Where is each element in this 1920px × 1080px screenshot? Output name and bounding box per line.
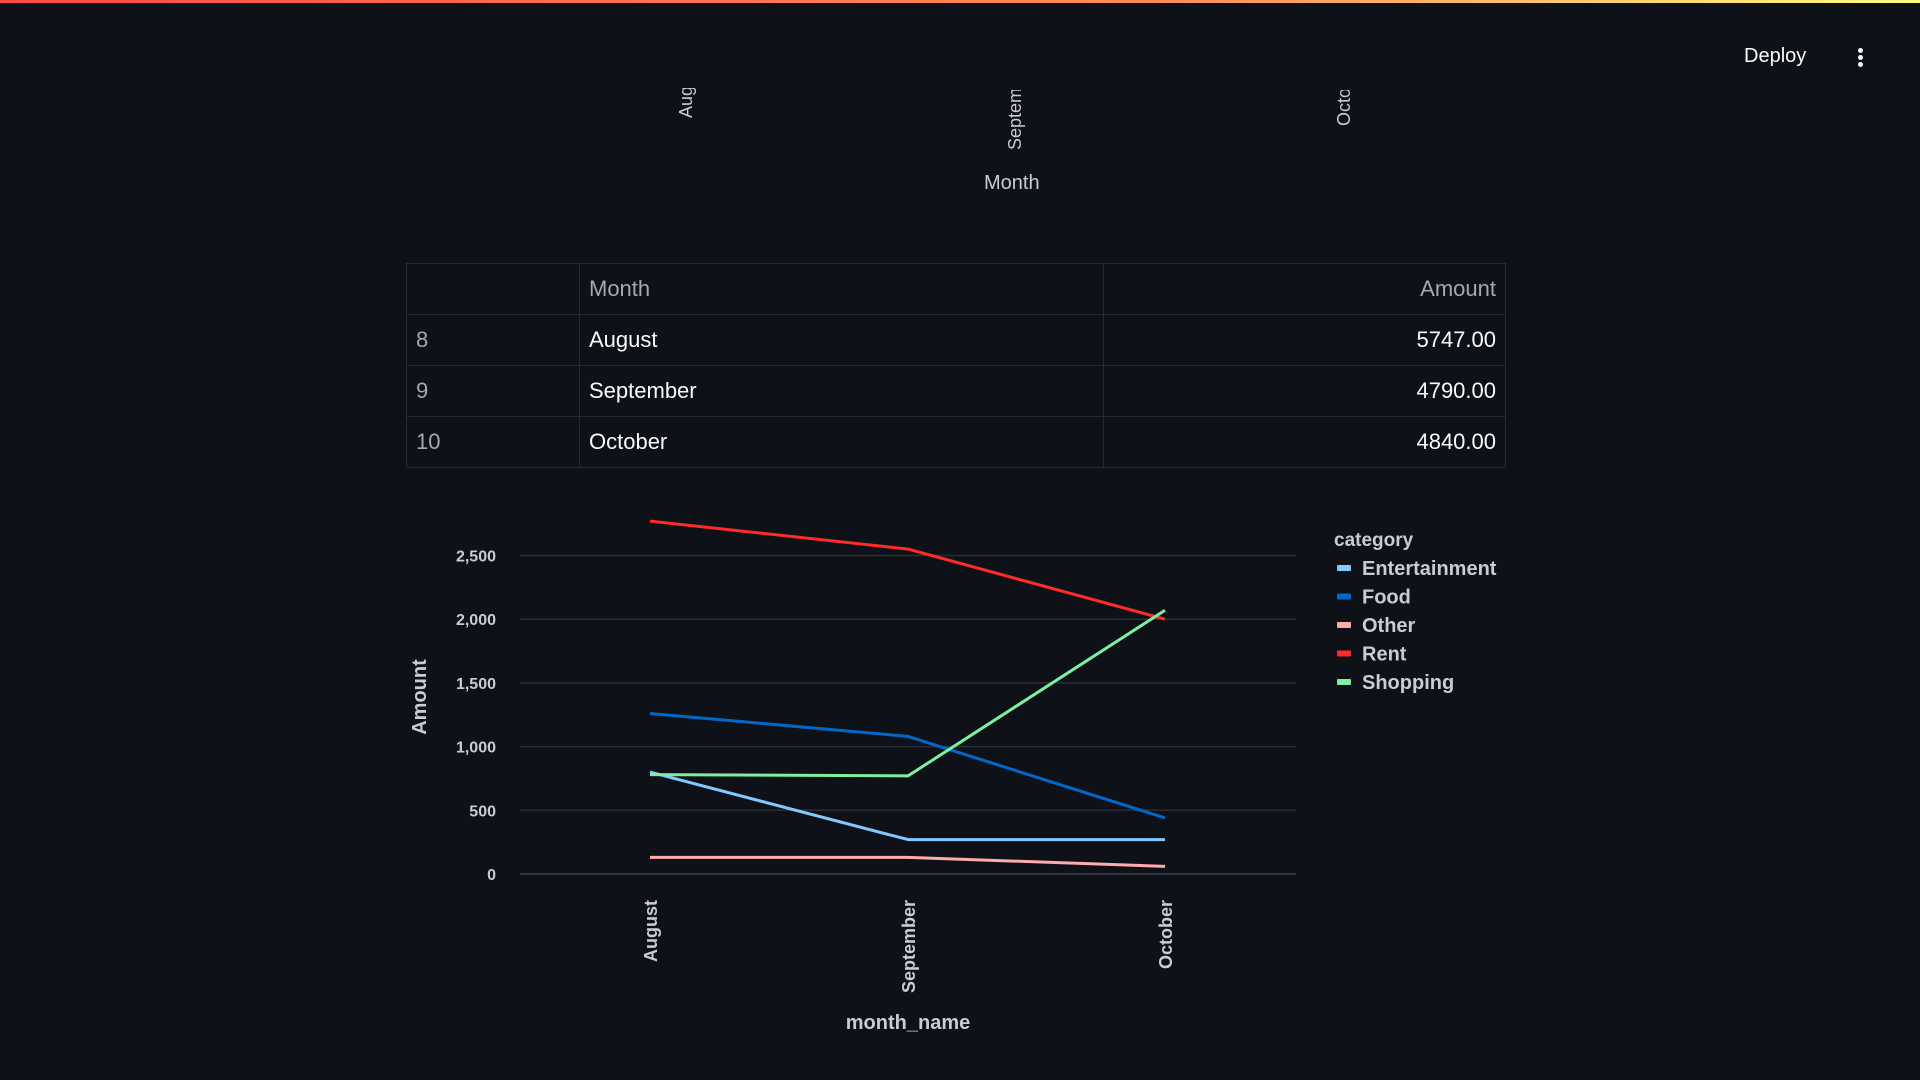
y-tick-label: 0 [487, 867, 496, 884]
series-line-entertainment [649, 770, 1165, 842]
x-tick-label: August [641, 900, 661, 962]
y-tick-label: 2,500 [456, 549, 496, 566]
series-line-shopping [649, 609, 1166, 778]
legend-swatch [1337, 565, 1351, 571]
series-line-rent [649, 519, 1166, 621]
legend-swatch [1337, 622, 1351, 628]
legend-swatch [1337, 593, 1351, 600]
x-axis-title: month_name [846, 1012, 970, 1034]
x-tick-label: October [1156, 900, 1176, 969]
x-tick-label: September [899, 900, 919, 993]
y-axis-title: Amount [409, 659, 431, 735]
legend-swatch [1337, 679, 1351, 685]
legend-swatch [1337, 650, 1351, 657]
legend-entry-label: Food [1362, 587, 1411, 609]
legend-title: category [1334, 530, 1414, 551]
series-line-other [650, 855, 1166, 868]
legend-entry-label: Rent [1362, 644, 1407, 666]
category-line-chart: 0 500 1,000 1,500 2,000 2,500 Amount August Sept… [409, 519, 1497, 1034]
y-tick-label: 1,500 [456, 676, 496, 693]
series-line-food [649, 712, 1166, 820]
legend-entry-label: Other [1362, 615, 1416, 637]
legend-entry-label: Entertainment [1362, 558, 1497, 580]
y-tick-label: 500 [469, 803, 496, 820]
y-tick-label: 2,000 [456, 612, 496, 629]
y-tick-label: 1,000 [456, 740, 496, 757]
legend-entry-label: Shopping [1362, 672, 1454, 694]
